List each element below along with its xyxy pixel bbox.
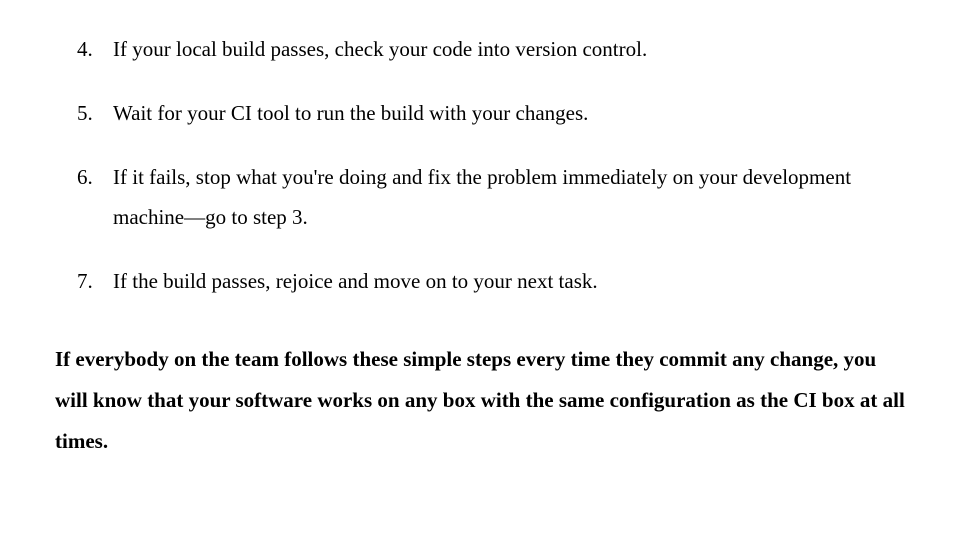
item-text: If your local build passes, check your c… [113,30,905,70]
list-item: 5. Wait for your CI tool to run the buil… [55,94,905,134]
item-number: 6. [77,158,113,238]
item-text: If the build passes, rejoice and move on… [113,262,905,302]
list-item: 7. If the build passes, rejoice and move… [55,262,905,302]
list-item: 4. If your local build passes, check you… [55,30,905,70]
item-text: If it fails, stop what you're doing and … [113,158,905,238]
item-number: 4. [77,30,113,70]
steps-list: 4. If your local build passes, check you… [55,30,905,301]
item-text: Wait for your CI tool to run the build w… [113,94,905,134]
item-number: 5. [77,94,113,134]
item-number: 7. [77,262,113,302]
list-item: 6. If it fails, stop what you're doing a… [55,158,905,238]
closing-paragraph: If everybody on the team follows these s… [55,339,905,462]
